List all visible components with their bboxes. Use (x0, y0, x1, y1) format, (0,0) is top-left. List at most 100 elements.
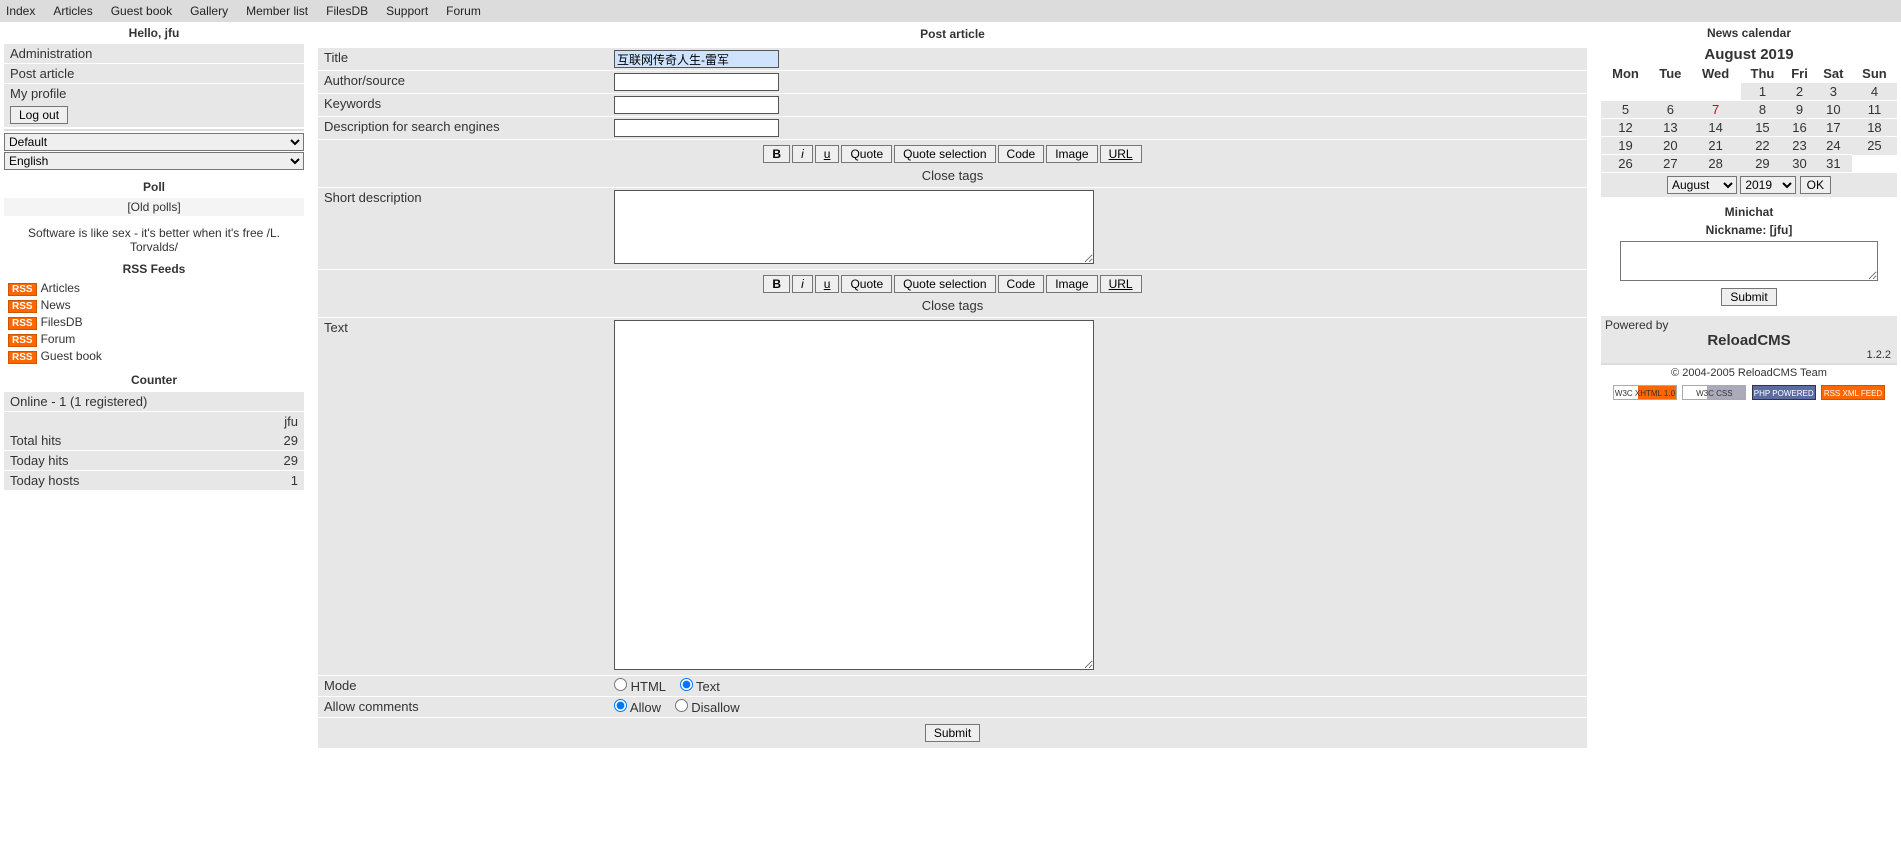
menu-my-profile[interactable]: My profile (10, 86, 66, 101)
cal-day[interactable]: 17 (1815, 119, 1852, 137)
cal-day[interactable]: 14 (1691, 119, 1741, 137)
minichat-title: Minichat (1601, 203, 1897, 223)
cal-day[interactable]: 28 (1691, 155, 1741, 173)
w3c-xhtml-badge[interactable]: W3C XHTML 1.0 (1613, 385, 1677, 400)
rss-news[interactable]: News (41, 298, 71, 312)
cal-day[interactable]: 22 (1741, 137, 1785, 155)
cal-month-select[interactable]: August (1667, 176, 1737, 194)
cal-year-select[interactable]: 2019 (1740, 176, 1796, 194)
nav-member-list[interactable]: Member list (246, 4, 308, 18)
mode-label: Mode (318, 676, 608, 697)
cal-day[interactable]: 15 (1741, 119, 1785, 137)
cal-day[interactable]: 6 (1650, 101, 1691, 119)
cal-day[interactable]: 18 (1852, 119, 1897, 137)
cal-day[interactable]: 29 (1741, 155, 1785, 173)
calendar-month: August 2019 (1601, 44, 1897, 65)
allow-radio[interactable] (614, 699, 627, 712)
menu-post-article[interactable]: Post article (10, 66, 74, 81)
menu-administration[interactable]: Administration (10, 46, 92, 61)
skin-select[interactable]: Default (4, 133, 304, 151)
nav-support[interactable]: Support (386, 4, 428, 18)
cal-day[interactable]: 20 (1650, 137, 1691, 155)
italic-button[interactable]: i (792, 275, 813, 293)
logout-button[interactable]: Log out (10, 106, 68, 124)
close-tags-link[interactable]: Close tags (922, 168, 983, 183)
cal-day[interactable]: 31 (1815, 155, 1852, 173)
quote-selection-button[interactable]: Quote selection (894, 145, 995, 163)
nav-index[interactable]: Index (6, 4, 35, 18)
minichat-textarea[interactable] (1620, 241, 1878, 281)
author-input[interactable] (614, 73, 779, 91)
submit-button[interactable]: Submit (925, 724, 980, 742)
nav-forum[interactable]: Forum (446, 4, 481, 18)
rss-forum[interactable]: Forum (41, 332, 76, 346)
footer-badges: W3C XHTML 1.0 W3C CSS PHP POWERED RSS XM… (1601, 381, 1897, 404)
cal-day[interactable]: 9 (1784, 101, 1815, 119)
cal-day[interactable]: 21 (1691, 137, 1741, 155)
cal-day[interactable]: 4 (1852, 83, 1897, 101)
keywords-input[interactable] (614, 96, 779, 114)
cal-day[interactable]: 30 (1784, 155, 1815, 173)
text-textarea[interactable] (614, 320, 1094, 670)
rss-xml-badge[interactable]: RSS XML FEED (1821, 385, 1885, 400)
nav-articles[interactable]: Articles (53, 4, 92, 18)
nav-filesdb[interactable]: FilesDB (326, 4, 368, 18)
rss-guest-book[interactable]: Guest book (41, 349, 102, 363)
desc-input[interactable] (614, 119, 779, 137)
w3c-css-badge[interactable]: W3C CSS (1682, 385, 1746, 400)
mode-text-radio[interactable] (680, 678, 693, 691)
cal-day (1691, 83, 1741, 101)
underline-button[interactable]: u (815, 275, 840, 293)
shortdesc-textarea[interactable] (614, 190, 1094, 264)
title-input[interactable] (614, 50, 779, 68)
code-button[interactable]: Code (998, 275, 1045, 293)
rss-articles[interactable]: Articles (41, 281, 80, 295)
rss-badge-icon[interactable]: RSS (8, 283, 37, 296)
cal-day[interactable]: 25 (1852, 137, 1897, 155)
rss-filesdb[interactable]: FilesDB (41, 315, 83, 329)
cal-day[interactable]: 3 (1815, 83, 1852, 101)
nav-guest-book[interactable]: Guest book (111, 4, 172, 18)
image-button[interactable]: Image (1046, 145, 1097, 163)
quote-button[interactable]: Quote (841, 145, 892, 163)
italic-button[interactable]: i (792, 145, 813, 163)
lang-select[interactable]: English (4, 152, 304, 170)
cal-day[interactable]: 1 (1741, 83, 1785, 101)
image-button[interactable]: Image (1046, 275, 1097, 293)
cal-day[interactable]: 19 (1601, 137, 1650, 155)
bold-button[interactable]: B (763, 145, 790, 163)
cal-day[interactable]: 24 (1815, 137, 1852, 155)
cal-day[interactable]: 26 (1601, 155, 1650, 173)
url-button[interactable]: URL (1100, 275, 1142, 293)
mode-html-radio[interactable] (614, 678, 627, 691)
cal-day[interactable]: 27 (1650, 155, 1691, 173)
minichat-submit-button[interactable]: Submit (1721, 288, 1776, 306)
nav-gallery[interactable]: Gallery (190, 4, 228, 18)
quote-button[interactable]: Quote (841, 275, 892, 293)
rss-badge-icon[interactable]: RSS (8, 317, 37, 330)
cal-day[interactable]: 12 (1601, 119, 1650, 137)
cal-day[interactable]: 7 (1691, 101, 1741, 119)
rss-badge-icon[interactable]: RSS (8, 300, 37, 313)
cal-day[interactable]: 5 (1601, 101, 1650, 119)
underline-button[interactable]: u (815, 145, 840, 163)
rss-badge-icon[interactable]: RSS (8, 351, 37, 364)
url-button[interactable]: URL (1100, 145, 1142, 163)
cal-day[interactable]: 8 (1741, 101, 1785, 119)
bold-button[interactable]: B (763, 275, 790, 293)
cal-day[interactable]: 13 (1650, 119, 1691, 137)
old-polls-link[interactable]: [Old polls] (127, 200, 180, 214)
cal-ok-button[interactable]: OK (1800, 176, 1831, 194)
cal-day[interactable]: 11 (1852, 101, 1897, 119)
cal-day[interactable]: 10 (1815, 101, 1852, 119)
poweredby-copy: © 2004-2005 ReloadCMS Team (1601, 363, 1897, 381)
cal-day[interactable]: 2 (1784, 83, 1815, 101)
close-tags-link-2[interactable]: Close tags (922, 298, 983, 313)
cal-day[interactable]: 16 (1784, 119, 1815, 137)
rss-badge-icon[interactable]: RSS (8, 334, 37, 347)
code-button[interactable]: Code (998, 145, 1045, 163)
cal-day[interactable]: 23 (1784, 137, 1815, 155)
php-badge[interactable]: PHP POWERED (1752, 385, 1816, 400)
disallow-radio[interactable] (675, 699, 688, 712)
quote-selection-button[interactable]: Quote selection (894, 275, 995, 293)
